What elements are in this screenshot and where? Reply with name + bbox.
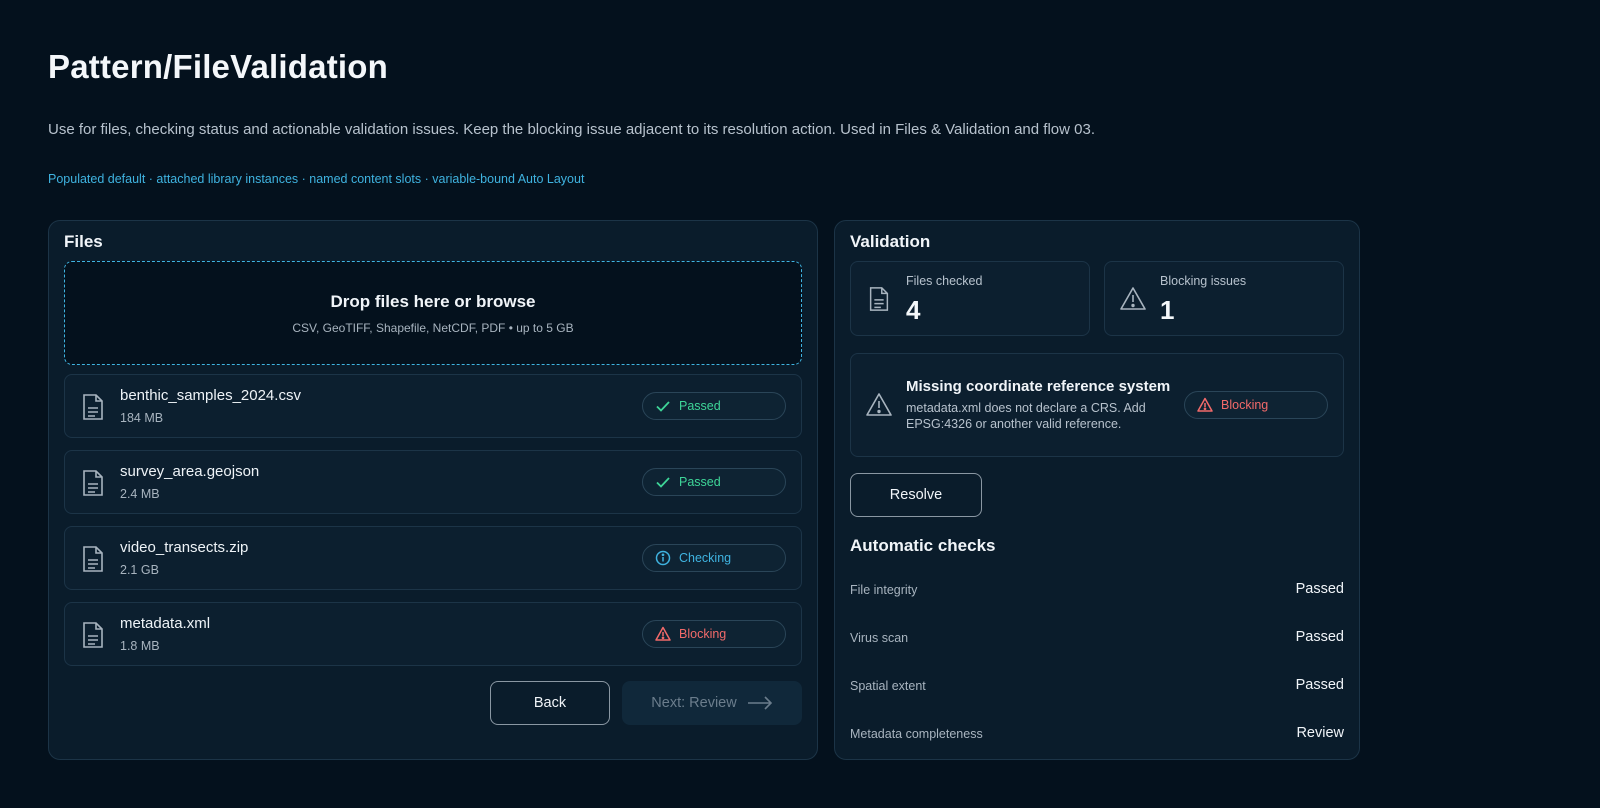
info-icon — [655, 550, 671, 566]
files-checked-label: Files checked — [906, 274, 983, 288]
files-checked-card: Files checked 4 — [850, 261, 1090, 336]
page-meta: Populated default · attached library ins… — [48, 172, 585, 186]
automatic-checks-title: Automatic checks — [850, 536, 996, 555]
file-icon — [869, 287, 889, 311]
status-label: Blocking — [1221, 398, 1269, 412]
file-row[interactable]: benthic_samples_2024.csv 184 MB Passed — [64, 374, 802, 438]
check-row: Virus scan Passed — [850, 629, 1344, 649]
check-value: Passed — [1295, 581, 1344, 597]
back-button[interactable]: Back — [490, 681, 610, 725]
file-size: 2.1 GB — [120, 563, 159, 577]
check-icon — [656, 401, 670, 412]
dropzone-title[interactable]: Drop files here or browse — [65, 292, 801, 312]
check-label: File integrity — [850, 583, 918, 597]
validation-panel-title: Validation — [850, 232, 931, 251]
file-name: benthic_samples_2024.csv — [120, 387, 301, 404]
file-size: 184 MB — [120, 411, 164, 425]
check-label: Metadata completeness — [850, 727, 983, 741]
page-description: Use for files, checking status and actio… — [48, 121, 1095, 138]
check-label: Virus scan — [850, 631, 909, 645]
files-panel-title: Files — [64, 232, 103, 251]
file-icon — [83, 622, 103, 648]
validation-panel: Validation Files checked 4 Blocking issu… — [834, 220, 1360, 760]
status-label: Checking — [679, 551, 732, 565]
files-panel: Files Drop files here or browse CSV, Geo… — [48, 220, 818, 760]
file-icon — [83, 394, 103, 420]
file-name: video_transects.zip — [120, 539, 249, 556]
status-badge: Passed — [642, 468, 786, 496]
dropzone-subtitle: CSV, GeoTIFF, Shapefile, NetCDF, PDF • u… — [292, 321, 574, 335]
warning-icon — [866, 393, 892, 416]
check-value: Passed — [1295, 677, 1344, 693]
status-label: Passed — [679, 475, 721, 489]
check-icon — [656, 477, 670, 488]
page-title: Pattern/FileValidation — [48, 48, 388, 85]
files-checked-value: 4 — [906, 295, 921, 325]
check-row: Spatial extent Passed — [850, 677, 1344, 697]
warning-icon — [655, 626, 671, 641]
file-size: 2.4 MB — [120, 487, 160, 501]
resolve-button[interactable]: Resolve — [850, 473, 982, 517]
issue-card: Missing coordinate reference system meta… — [850, 353, 1344, 457]
next-review-label: Next: Review — [651, 695, 737, 711]
file-row[interactable]: metadata.xml 1.8 MB Blocking — [64, 602, 802, 666]
file-row[interactable]: survey_area.geojson 2.4 MB Passed — [64, 450, 802, 514]
check-row: Metadata completeness Review — [850, 725, 1344, 745]
file-size: 1.8 MB — [120, 639, 160, 653]
warning-icon — [1120, 287, 1146, 310]
next-review-button[interactable]: Next: Review — [622, 681, 802, 725]
status-label: Passed — [679, 399, 721, 413]
check-value: Review — [1296, 725, 1344, 741]
check-label: Spatial extent — [850, 679, 926, 693]
file-dropzone[interactable]: Drop files here or browse CSV, GeoTIFF, … — [64, 261, 802, 365]
status-label: Blocking — [679, 627, 727, 641]
blocking-issues-label: Blocking issues — [1160, 274, 1247, 288]
status-badge: Blocking — [642, 620, 786, 648]
file-name: survey_area.geojson — [120, 463, 260, 480]
status-badge: Checking — [642, 544, 786, 572]
blocking-issues-card: Blocking issues 1 — [1104, 261, 1344, 336]
check-value: Passed — [1295, 629, 1344, 645]
blocking-issues-value: 1 — [1160, 295, 1175, 325]
file-row[interactable]: video_transects.zip 2.1 GB Checking — [64, 526, 802, 590]
check-row: File integrity Passed — [850, 581, 1344, 601]
status-badge: Blocking — [1184, 391, 1328, 419]
status-badge: Passed — [642, 392, 786, 420]
file-name: metadata.xml — [120, 615, 211, 632]
file-icon — [83, 470, 103, 496]
file-icon — [83, 546, 103, 572]
issue-description: metadata.xml does not declare a CRS. Add… — [906, 401, 1146, 431]
issue-title: Missing coordinate reference system — [906, 378, 1171, 395]
arrow-right-icon — [747, 696, 772, 710]
warning-icon — [1197, 397, 1213, 412]
